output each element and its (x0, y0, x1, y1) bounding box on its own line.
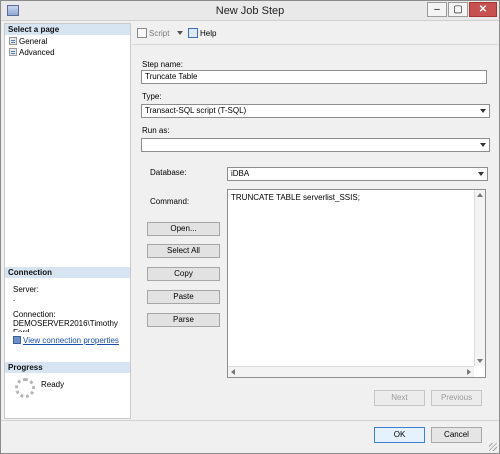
horizontal-scrollbar[interactable] (228, 366, 474, 377)
connection-label: Connection: (13, 310, 56, 319)
window-title: New Job Step (215, 5, 285, 17)
script-label: Script (149, 29, 170, 38)
help-button[interactable]: Help (188, 28, 216, 40)
view-connection-properties-link[interactable]: View connection properties (13, 336, 119, 345)
scroll-right-icon[interactable] (467, 369, 471, 375)
new-job-step-dialog: New Job Step – ▢ ✕ Select a page General… (0, 0, 500, 454)
database-value: iDBA (231, 169, 250, 178)
left-pane: Select a page General Advanced Connectio… (4, 23, 131, 419)
chevron-down-icon (480, 143, 486, 147)
copy-button[interactable]: Copy (147, 267, 220, 281)
database-label: Database: (150, 168, 187, 177)
chevron-down-icon (480, 109, 486, 113)
cancel-button[interactable]: Cancel (431, 427, 482, 443)
progress-spinner-icon (15, 378, 35, 398)
sidebar-item-advanced[interactable]: Advanced (9, 48, 55, 58)
connection-value-continued: Ford (13, 328, 29, 332)
open-button[interactable]: Open... (147, 222, 220, 236)
paste-button[interactable]: Paste (147, 290, 220, 304)
command-label: Command: (150, 197, 190, 206)
script-dropdown-arrow-icon[interactable] (177, 31, 183, 35)
progress-status: Ready (41, 380, 65, 389)
sidebar-item-label: Advanced (19, 48, 55, 57)
toolbar: Script Help (132, 23, 498, 45)
ok-button[interactable]: OK (374, 427, 425, 443)
server-value: . (13, 294, 16, 303)
help-label: Help (200, 29, 217, 38)
maximize-button[interactable]: ▢ (448, 2, 468, 17)
step-name-input[interactable]: Truncate Table (141, 70, 487, 84)
connection-value: DEMOSERVER2016\Timothy (13, 319, 118, 328)
minimize-button[interactable]: – (427, 2, 447, 17)
chevron-down-icon (478, 172, 484, 176)
close-button[interactable]: ✕ (469, 2, 497, 17)
step-name-label: Step name: (142, 60, 183, 69)
page-icon (9, 48, 17, 56)
page-icon (9, 37, 17, 45)
title-bar[interactable]: New Job Step – ▢ ✕ (1, 1, 499, 21)
next-button[interactable]: Next (374, 390, 425, 406)
scroll-up-icon[interactable] (477, 193, 483, 197)
scroll-down-icon[interactable] (477, 359, 483, 363)
type-value: Transact-SQL script (T-SQL) (145, 106, 247, 115)
command-text[interactable]: TRUNCATE TABLE serverlist_SSIS; (231, 193, 360, 203)
sidebar-item-label: General (19, 37, 48, 46)
script-button[interactable]: Script (137, 28, 169, 40)
database-select[interactable]: iDBA (227, 167, 488, 181)
sidebar-item-general[interactable]: General (9, 37, 47, 47)
resize-grip-icon[interactable] (489, 443, 497, 451)
progress-header: Progress (5, 362, 130, 373)
type-select[interactable]: Transact-SQL script (T-SQL) (141, 104, 490, 118)
footer-divider (1, 420, 499, 421)
type-label: Type: (142, 92, 162, 101)
select-all-button[interactable]: Select All (147, 244, 220, 258)
command-textarea[interactable]: TRUNCATE TABLE serverlist_SSIS; (227, 189, 486, 378)
server-label: Server: (13, 285, 39, 294)
scroll-left-icon[interactable] (231, 369, 235, 375)
parse-button[interactable]: Parse (147, 313, 220, 327)
properties-icon (13, 336, 21, 344)
previous-button[interactable]: Previous (431, 390, 482, 406)
right-pane: Script Help Step name: Truncate Table Ty… (132, 23, 498, 419)
run-as-select[interactable] (141, 138, 490, 152)
vertical-scrollbar[interactable] (474, 190, 485, 366)
connection-header: Connection (5, 267, 130, 278)
help-icon (188, 28, 198, 38)
link-label: View connection properties (23, 336, 119, 345)
select-page-header: Select a page (5, 24, 130, 35)
run-as-label: Run as: (142, 126, 170, 135)
script-icon (137, 28, 147, 38)
